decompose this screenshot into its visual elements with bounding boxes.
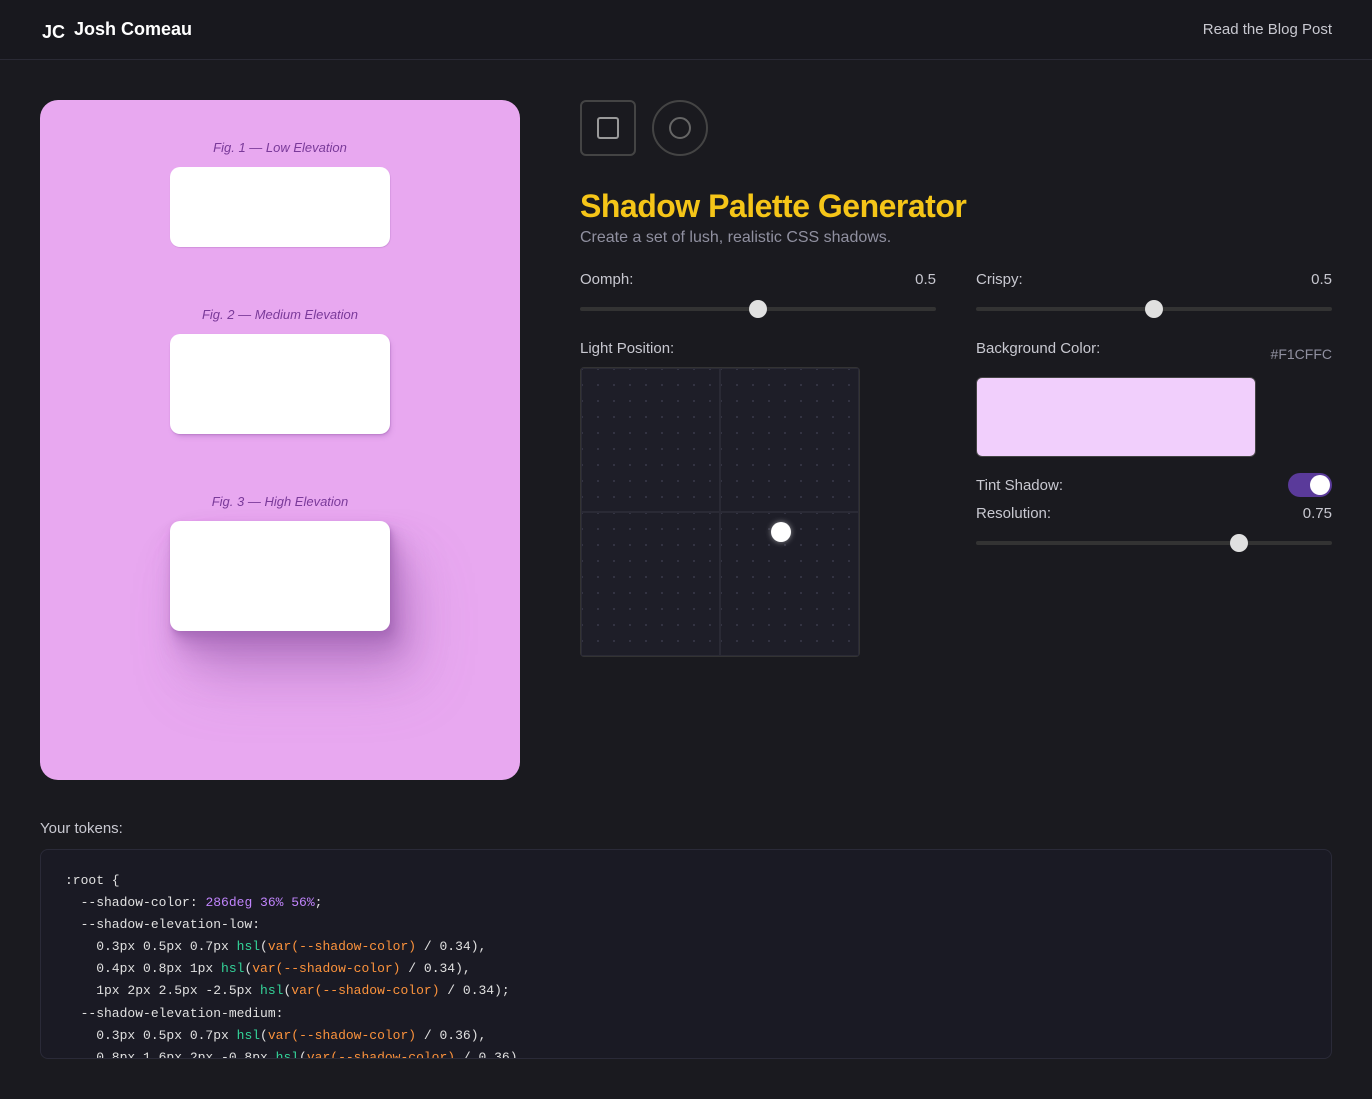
bg-color-swatch[interactable]: [976, 377, 1256, 457]
app-subtitle: Create a set of lush, realistic CSS shad…: [580, 229, 1332, 247]
grid-q2: [720, 368, 859, 512]
crispy-value: 0.5: [1311, 271, 1332, 288]
tint-shadow-label: Tint Shadow:: [976, 477, 1063, 494]
svg-text:C: C: [52, 22, 65, 42]
resolution-label-row: Resolution: 0.75: [976, 505, 1332, 522]
square-shape-button[interactable]: [580, 100, 636, 156]
crispy-label-row: Crispy: 0.5: [976, 271, 1332, 288]
bg-color-label: Background Color:: [976, 340, 1100, 357]
resolution-label: Resolution:: [976, 505, 1051, 522]
bg-color-group: Background Color: #F1CFFC Tint Shadow: R…: [976, 340, 1332, 550]
oomph-value: 0.5: [915, 271, 936, 288]
app-title: Shadow Palette Generator: [580, 188, 1332, 225]
preview-panel: Fig. 1 — Low Elevation Fig. 2 — Medium E…: [40, 100, 520, 780]
fig2-label: Fig. 2 — Medium Elevation: [202, 307, 358, 322]
crispy-slider[interactable]: [976, 307, 1332, 311]
preview-card-low: [170, 167, 390, 247]
preview-item-medium: Fig. 2 — Medium Elevation: [90, 307, 470, 434]
svg-text:J: J: [42, 22, 52, 42]
toggle-knob: [1310, 475, 1330, 495]
crispy-group: Crispy: 0.5: [976, 271, 1332, 316]
circle-shape-button[interactable]: [652, 100, 708, 156]
fig3-label: Fig. 3 — High Elevation: [212, 494, 349, 509]
sliders-row: Oomph: 0.5 Crispy: 0.5: [580, 271, 1332, 316]
preview-item-high: Fig. 3 — High Elevation: [90, 494, 470, 631]
controls-panel: Shadow Palette Generator Create a set of…: [520, 100, 1332, 780]
position-color-row: Light Position: Background Color: #F1CFF…: [580, 340, 1332, 657]
tokens-section: Your tokens: :root { --shadow-color: 286…: [0, 820, 1372, 1099]
shape-selector: [580, 100, 1332, 156]
preview-card-high: [170, 521, 390, 631]
tint-shadow-toggle[interactable]: [1288, 473, 1332, 497]
bg-label-row: Background Color: #F1CFFC: [976, 340, 1332, 367]
tokens-label: Your tokens:: [40, 820, 1332, 837]
grid-q3: [581, 512, 720, 656]
oomph-label: Oomph:: [580, 271, 633, 288]
read-blog-link[interactable]: Read the Blog Post: [1203, 21, 1332, 38]
oomph-label-row: Oomph: 0.5: [580, 271, 936, 288]
oomph-group: Oomph: 0.5: [580, 271, 936, 316]
light-position-label: Light Position:: [580, 340, 936, 357]
header: J C Josh Comeau Read the Blog Post: [0, 0, 1372, 60]
fig1-label: Fig. 1 — Low Elevation: [213, 140, 347, 155]
resolution-group: Resolution: 0.75: [976, 505, 1332, 550]
tint-shadow-row: Tint Shadow:: [976, 473, 1332, 497]
app-title-group: Shadow Palette Generator Create a set of…: [580, 188, 1332, 247]
resolution-value: 0.75: [1303, 505, 1332, 522]
light-position-handle[interactable]: [771, 522, 791, 542]
crispy-label: Crispy:: [976, 271, 1023, 288]
bg-color-hex: #F1CFFC: [1271, 346, 1332, 362]
preview-item-low: Fig. 1 — Low Elevation: [90, 140, 470, 247]
light-grid[interactable]: [580, 367, 860, 657]
tokens-code-box: :root { --shadow-color: 286deg 36% 56%; …: [40, 849, 1332, 1059]
grid-q1: [581, 368, 720, 512]
logo-icon: J C: [40, 16, 68, 44]
logo: J C Josh Comeau: [40, 16, 192, 44]
resolution-slider[interactable]: [976, 541, 1332, 545]
logo-text: Josh Comeau: [74, 19, 192, 40]
preview-card-medium: [170, 334, 390, 434]
light-position-group: Light Position:: [580, 340, 936, 657]
main-content: Fig. 1 — Low Elevation Fig. 2 — Medium E…: [0, 60, 1372, 820]
oomph-slider[interactable]: [580, 307, 936, 311]
